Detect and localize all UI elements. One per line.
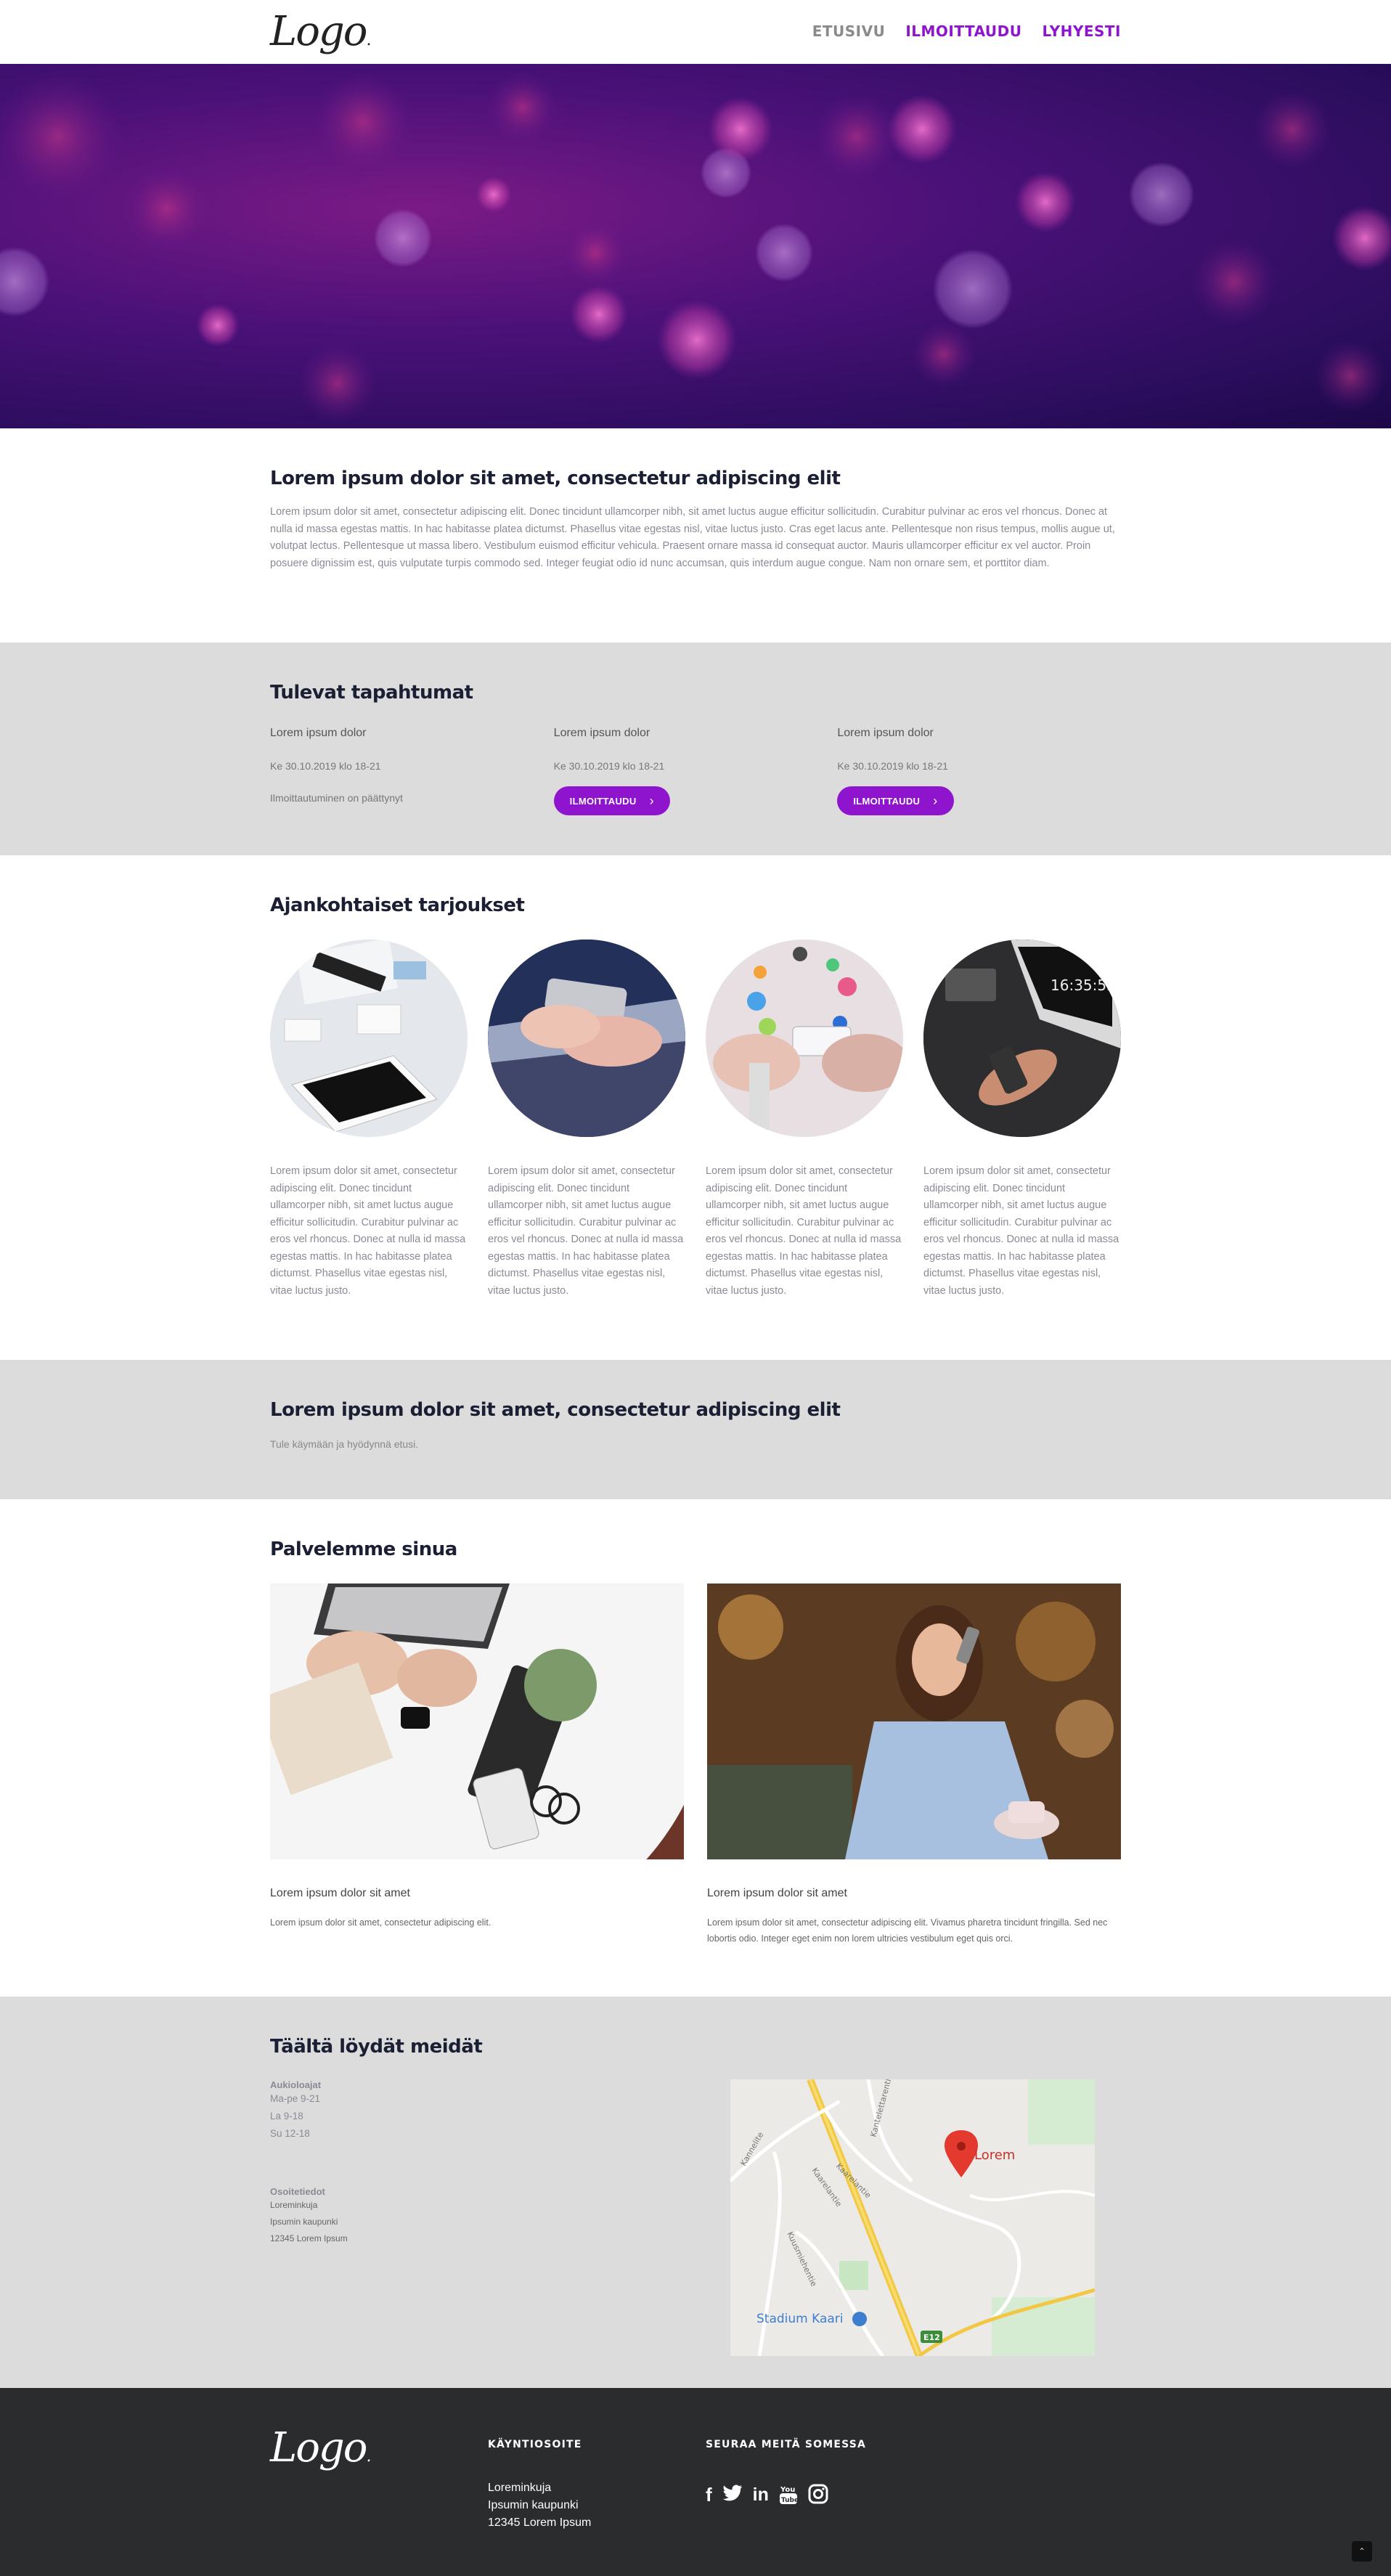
events-section: Tulevat tapahtumat Lorem ipsum dolor Ke … [0,643,1391,855]
hero-banner [0,64,1391,428]
back-to-top-button[interactable]: ⌃ [1352,2541,1372,2561]
hours-row: La 9-18 [270,2111,303,2121]
svg-text:Tube: Tube [781,2497,798,2504]
offer-image-apps[interactable] [706,939,903,1137]
register-button-label: ILMOITTAUDU [569,795,637,807]
service-image-laptop[interactable] [270,1583,684,1859]
site-header: Logo. ETUSIVU ILMOITTAUDU LYHYESTI [0,0,1391,64]
event-card: Lorem ipsum dolor Ke 30.10.2019 klo 18-2… [270,727,554,815]
footer-address-line: Ipsumin kaupunki [488,2499,579,2511]
services-title: Palvelemme sinua [270,1538,457,1560]
event-date: Ke 30.10.2019 klo 18-21 [553,760,665,772]
main-nav: ETUSIVU ILMOITTAUDU LYHYESTI [812,23,1121,40]
address-line: Loreminkuja [270,2200,318,2210]
hero-bokeh-image [0,71,1391,423]
cta-subtitle: Tule käymään ja hyödynnä etusi. [270,1438,419,1450]
event-name: Lorem ipsum dolor [553,727,650,739]
footer-social-heading: SEURAA MEITÄ SOMESSA [706,2439,867,2450]
twitter-icon[interactable] [722,2484,743,2510]
map-place-label: Stadium Kaari [756,2312,844,2326]
address-label: Osoitetiedot [270,2186,325,2197]
address-line: Ipsumin kaupunki [270,2217,338,2227]
cta-section: Lorem ipsum dolor sit amet, consectetur … [0,1360,1391,1499]
offer-card: Lorem ipsum dolor sit amet, consectetur … [488,939,685,1300]
site-footer: Logo. KÄYNTIOSOITE Loreminkuja Ipsumin k… [0,2388,1391,2576]
nav-ilmoittaudu[interactable]: ILMOITTAUDU [905,23,1021,40]
hours-label: Aukioloajat [270,2079,322,2090]
event-card: Lorem ipsum dolor Ke 30.10.2019 klo 18-2… [553,727,838,815]
service-card: Lorem ipsum dolor sit amet Lorem ipsum d… [270,1583,684,1947]
footer-visit: KÄYNTIOSOITE Loreminkuja Ipsumin kaupunk… [488,2439,591,2532]
event-name: Lorem ipsum dolor [837,727,934,739]
service-heading: Lorem ipsum dolor sit amet [270,1887,410,1899]
offers-section: Ajankohtaiset tarjoukset Lorem ipsum dol… [0,855,1391,1360]
site-logo[interactable]: Logo. [270,4,371,68]
offer-text: Lorem ipsum dolor sit amet, consectetur … [270,1165,466,1297]
chevron-right-icon: › [649,793,654,808]
location-map[interactable]: Kannelite Kaarelantie Kantelettarentie K… [730,2079,1095,2356]
register-button[interactable]: ILMOITTAUDU › [837,786,954,815]
footer-address-line: Loreminkuja [488,2482,552,2494]
chevron-up-icon: ⌃ [1358,2546,1366,2556]
hours-row: Su 12-18 [270,2128,310,2139]
instagram-icon[interactable] [808,2484,828,2510]
clock-display: 16:35:53 [1051,977,1116,994]
youtube-icon[interactable]: You Tube [779,2484,799,2510]
chevron-right-icon: › [933,793,938,808]
svg-text:You: You [780,2486,795,2494]
event-card: Lorem ipsum dolor Ke 30.10.2019 klo 18-2… [837,727,1121,815]
intro-title: Lorem ipsum dolor sit amet, consectetur … [270,468,841,489]
service-image-woman-phone[interactable] [707,1583,1121,1859]
event-date: Ke 30.10.2019 klo 18-21 [270,760,381,772]
nav-etusivu[interactable]: ETUSIVU [812,23,886,40]
offer-text: Lorem ipsum dolor sit amet, consectetur … [488,1165,684,1297]
offer-image-media[interactable] [270,939,468,1137]
location-section: Täältä löydät meidät Aukioloajat Ma-pe 9… [0,1997,1391,2388]
intro-text: Lorem ipsum dolor sit amet, consectetur … [270,506,1115,569]
hours-row: Ma-pe 9-21 [270,2093,321,2104]
register-button[interactable]: ILMOITTAUDU › [553,786,670,815]
map-place-icon[interactable] [852,2312,867,2326]
service-heading: Lorem ipsum dolor sit amet [707,1887,847,1899]
register-button-label: ILMOITTAUDU [853,795,921,807]
location-title: Täältä löydät meidät [270,2036,483,2058]
offers-title: Ajankohtaiset tarjoukset [270,894,525,916]
footer-logo[interactable]: Logo. [270,2421,371,2485]
event-date: Ke 30.10.2019 klo 18-21 [837,760,948,772]
nav-lyhyesti[interactable]: LYHYESTI [1043,23,1121,40]
footer-visit-heading: KÄYNTIOSOITE [488,2439,582,2450]
facebook-icon[interactable]: f [706,2484,712,2510]
footer-social: SEURAA MEITÄ SOMESSA f in You Tube [706,2439,866,2510]
offer-text: Lorem ipsum dolor sit amet, consectetur … [923,1165,1119,1297]
map-pin-label: Lorem [974,2148,1015,2163]
service-text: Lorem ipsum dolor sit amet, consectetur … [270,1917,491,1928]
linkedin-icon[interactable]: in [753,2484,769,2510]
offer-card: Lorem ipsum dolor sit amet, consectetur … [706,939,903,1300]
services-section: Palvelemme sinua Lorem ipsum dolor sit a… [0,1499,1391,1997]
cta-title: Lorem ipsum dolor sit amet, consectetur … [270,1399,841,1421]
offer-text: Lorem ipsum dolor sit amet, consectetur … [706,1165,902,1297]
offer-image-laptop[interactable]: 16:35:53 [923,939,1121,1137]
offer-image-phone[interactable] [488,939,685,1137]
map-road-badge: E12 [923,2333,940,2342]
offer-card: 16:35:53 Lorem ipsum dolor sit amet, con… [923,939,1121,1300]
footer-address-line: 12345 Lorem Ipsum [488,2516,592,2529]
address-line: 12345 Lorem Ipsum [270,2233,348,2243]
intro-section: Lorem ipsum dolor sit amet, consectetur … [0,428,1391,643]
service-card: Lorem ipsum dolor sit amet Lorem ipsum d… [707,1583,1121,1947]
service-text: Lorem ipsum dolor sit amet, consectetur … [707,1917,1108,1944]
event-status: Ilmoittautuminen on päättynyt [270,792,403,804]
events-title: Tulevat tapahtumat [270,682,473,704]
event-name: Lorem ipsum dolor [270,727,367,739]
offer-card: Lorem ipsum dolor sit amet, consectetur … [270,939,468,1300]
